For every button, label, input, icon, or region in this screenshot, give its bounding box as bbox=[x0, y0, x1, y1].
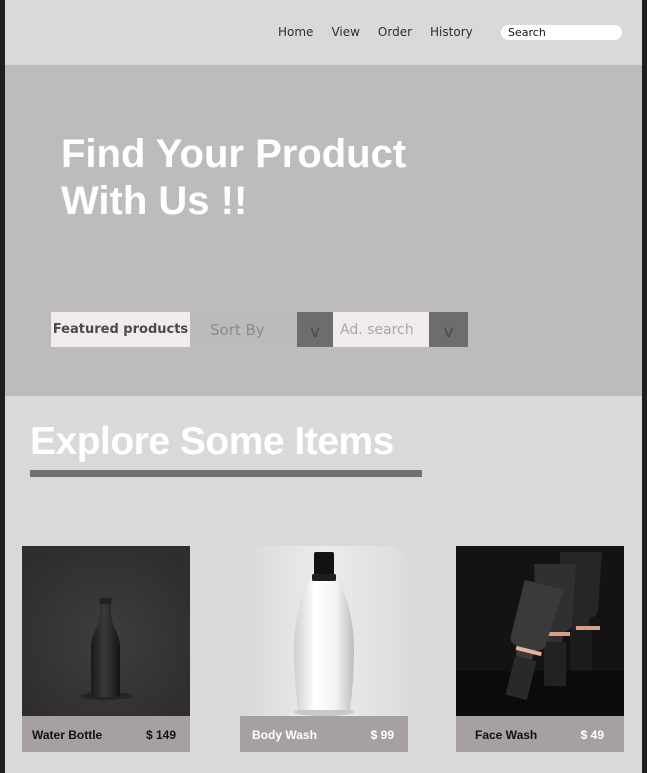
advanced-search-chevron-down-icon[interactable]: v bbox=[429, 312, 468, 347]
filter-bar: Featured products Sort By v Ad. search v bbox=[51, 312, 468, 347]
product-card-water-bottle[interactable]: Water Bottle $ 149 bbox=[22, 546, 190, 752]
nav-home[interactable]: Home bbox=[278, 25, 313, 39]
app-frame: Home View Order History Find Your Produc… bbox=[5, 0, 642, 773]
sort-chevron-down-icon[interactable]: v bbox=[297, 312, 333, 347]
explore-title-underline bbox=[30, 470, 422, 477]
search-input[interactable] bbox=[501, 25, 622, 40]
hero-banner: Find Your Product With Us !! Featured pr… bbox=[5, 65, 642, 396]
main-nav: Home View Order History bbox=[278, 25, 473, 39]
nav-view[interactable]: View bbox=[331, 25, 359, 39]
product-image bbox=[456, 546, 624, 716]
product-price: $ 49 bbox=[580, 728, 604, 742]
product-name: Face Wash bbox=[475, 728, 538, 742]
product-info-bar: Water Bottle $ 149 bbox=[22, 716, 190, 752]
explore-section-title: Explore Some Items bbox=[30, 420, 394, 463]
product-name: Body Wash bbox=[252, 728, 317, 742]
product-card-face-wash[interactable]: Face Wash $ 49 bbox=[456, 546, 624, 752]
featured-products-button[interactable]: Featured products bbox=[51, 312, 190, 347]
product-name: Water Bottle bbox=[32, 728, 103, 742]
advanced-search-dropdown[interactable]: Ad. search bbox=[333, 312, 429, 347]
product-price: $ 99 bbox=[370, 728, 394, 742]
product-info-bar: Face Wash $ 49 bbox=[456, 716, 624, 752]
sort-by-dropdown[interactable]: Sort By bbox=[190, 312, 297, 347]
nav-order[interactable]: Order bbox=[378, 25, 412, 39]
product-image bbox=[240, 546, 408, 716]
face-wash-tubes-icon bbox=[456, 546, 624, 716]
body-wash-bottle-icon bbox=[240, 546, 408, 716]
hero-title-line-2: With Us !! bbox=[61, 179, 248, 223]
hero-title-line-1: Find Your Product bbox=[61, 132, 407, 176]
nav-history[interactable]: History bbox=[430, 25, 473, 39]
hero-title: Find Your Product With Us !! bbox=[61, 131, 481, 225]
product-card-body-wash[interactable]: Body Wash $ 99 bbox=[240, 546, 408, 752]
product-image bbox=[22, 546, 190, 716]
product-info-bar: Body Wash $ 99 bbox=[240, 716, 408, 752]
top-header: Home View Order History bbox=[5, 0, 642, 65]
product-price: $ 149 bbox=[145, 728, 176, 742]
water-bottle-icon bbox=[22, 546, 190, 716]
